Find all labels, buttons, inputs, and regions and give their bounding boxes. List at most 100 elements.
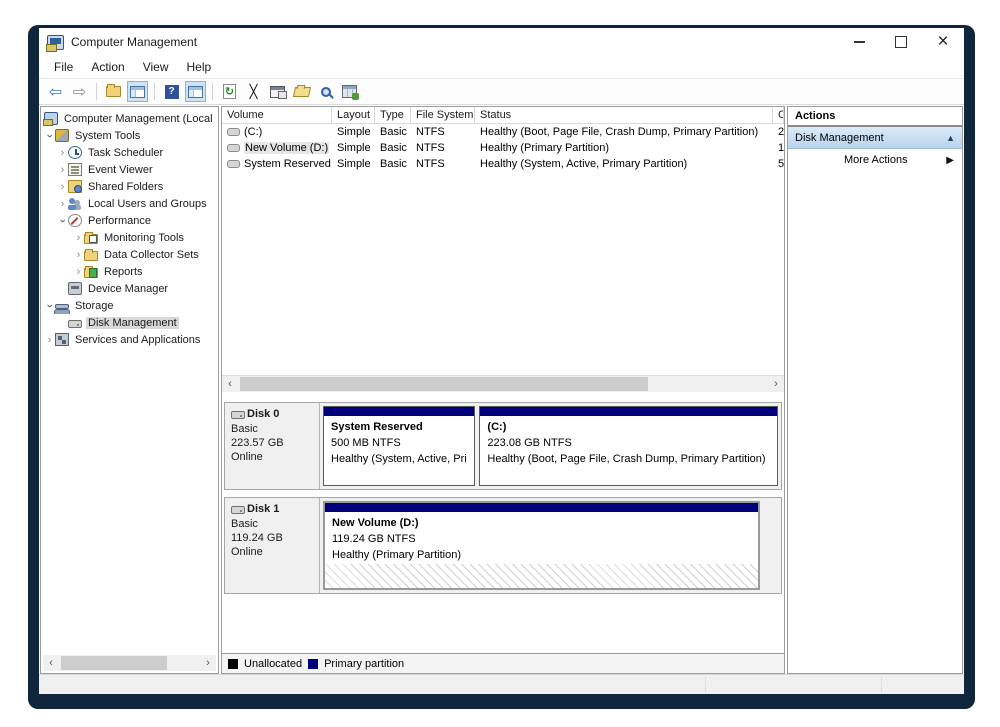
menu-help[interactable]: Help — [178, 58, 221, 76]
chevron-collapsed-icon[interactable]: › — [44, 334, 55, 346]
maximize-button[interactable] — [880, 28, 922, 56]
disk-0-label[interactable]: Disk 0 Basic 223.57 GB Online — [225, 403, 320, 489]
tree-item-device-manager[interactable]: Device Manager — [41, 280, 218, 297]
column-volume[interactable]: Volume — [222, 107, 332, 123]
chevron-collapsed-icon[interactable]: › — [57, 164, 68, 176]
window-controls — [838, 28, 964, 56]
forward-icon[interactable] — [69, 81, 90, 102]
scroll-left-icon[interactable]: ‹ — [43, 657, 59, 669]
tree-horizontal-scrollbar[interactable]: ‹ › — [43, 655, 216, 671]
help-icon[interactable]: ? — [161, 81, 182, 102]
chevron-collapsed-icon[interactable]: › — [57, 198, 68, 210]
tree-item-performance[interactable]: › Performance — [41, 212, 218, 229]
scroll-right-icon[interactable]: › — [200, 657, 216, 669]
chevron-collapsed-icon[interactable]: › — [73, 266, 84, 278]
tree-item-reports[interactable]: › Reports — [41, 263, 218, 280]
chevron-collapsed-icon[interactable]: › — [57, 147, 68, 159]
status-bar-divider — [705, 677, 706, 692]
volume-list-horizontal-scrollbar[interactable]: ‹ › — [222, 375, 784, 392]
show-console-tree-icon[interactable] — [127, 81, 148, 102]
chevron-expanded-icon[interactable]: › — [44, 300, 56, 311]
tree-item-computer-management[interactable]: Computer Management (Local — [41, 110, 218, 127]
close-button[interactable] — [922, 28, 964, 56]
computer-management-app-icon — [47, 35, 64, 50]
tree-item-data-collector-sets[interactable]: › Data Collector Sets — [41, 246, 218, 263]
console-tree-panel: Computer Management (Local › System Tool… — [40, 106, 219, 674]
disk-management-panel: Volume Layout Type File System Status Ca… — [221, 106, 785, 674]
device-manager-icon — [68, 282, 82, 295]
column-capacity[interactable]: Ca — [773, 107, 784, 123]
show-action-pane-icon[interactable] — [185, 81, 206, 102]
column-layout[interactable]: Layout — [332, 107, 375, 123]
disk-1-kind: Basic — [231, 517, 315, 531]
more-actions-item[interactable]: More Actions ▶ — [788, 149, 962, 171]
collapse-caret-icon[interactable]: ▲ — [946, 133, 955, 143]
toolbar-separator — [154, 83, 155, 100]
column-file-system[interactable]: File System — [411, 107, 475, 123]
column-status[interactable]: Status — [475, 107, 773, 123]
chevron-expanded-icon[interactable]: › — [57, 215, 69, 226]
computer-icon — [44, 112, 58, 125]
table-row-new-volume-d[interactable]: New Volume (D:) Simple Basic NTFS Health… — [222, 140, 784, 156]
tree-item-event-viewer[interactable]: › Event Viewer — [41, 161, 218, 178]
disk-1-partitions: New Volume (D:) 119.24 GB NTFS Healthy (… — [320, 498, 781, 593]
chevron-collapsed-icon[interactable]: › — [57, 181, 68, 193]
scrollbar-track[interactable] — [238, 376, 768, 392]
disk-1-label[interactable]: Disk 1 Basic 119.24 GB Online — [225, 498, 320, 593]
tree-item-task-scheduler[interactable]: › Task Scheduler — [41, 144, 218, 161]
menu-view[interactable]: View — [134, 58, 178, 76]
computer-management-window: Computer Management File Action View Hel… — [28, 25, 975, 709]
partition-c[interactable]: (C:) 223.08 GB NTFS Healthy (Boot, Page … — [479, 406, 778, 486]
event-viewer-icon — [68, 163, 82, 176]
chevron-collapsed-icon[interactable]: › — [73, 249, 84, 261]
partition-system-reserved[interactable]: System Reserved 500 MB NTFS Healthy (Sys… — [323, 406, 475, 486]
status-bar-divider — [881, 677, 882, 692]
partition-new-volume-d[interactable]: New Volume (D:) 119.24 GB NTFS Healthy (… — [323, 501, 760, 590]
tree-item-monitoring-tools[interactable]: › Monitoring Tools — [41, 229, 218, 246]
actions-panel-title: Actions — [788, 107, 962, 127]
scroll-left-icon[interactable]: ‹ — [222, 378, 238, 390]
primary-partition-band — [480, 407, 777, 416]
tree-item-storage[interactable]: › Storage — [41, 297, 218, 314]
open-folder-icon[interactable] — [291, 81, 312, 102]
up-one-level-icon[interactable] — [103, 81, 124, 102]
submenu-arrow-icon: ▶ — [946, 155, 954, 166]
volume-icon — [227, 144, 240, 152]
refresh-icon[interactable] — [219, 81, 240, 102]
actions-group-disk-management[interactable]: Disk Management ▲ — [788, 127, 962, 149]
menu-file[interactable]: File — [45, 58, 82, 76]
table-row-c[interactable]: (C:) Simple Basic NTFS Healthy (Boot, Pa… — [222, 124, 784, 140]
scrollbar-thumb[interactable] — [240, 377, 648, 391]
delete-icon[interactable] — [243, 81, 264, 102]
export-list-icon[interactable] — [339, 81, 360, 102]
tree-item-services-applications[interactable]: › Services and Applications — [41, 331, 218, 348]
scroll-right-icon[interactable]: › — [768, 378, 784, 390]
chevron-collapsed-icon[interactable]: › — [73, 232, 84, 244]
toolbar: ? — [39, 78, 964, 105]
volume-icon — [227, 160, 240, 168]
disk-1-state: Online — [231, 545, 315, 559]
tree-item-disk-management[interactable]: Disk Management — [41, 314, 218, 331]
table-row-system-reserved[interactable]: System Reserved Simple Basic NTFS Health… — [222, 156, 784, 172]
local-users-groups-icon — [68, 197, 82, 210]
column-type[interactable]: Type — [375, 107, 411, 123]
scrollbar-track[interactable] — [59, 655, 200, 671]
properties-icon[interactable] — [267, 81, 288, 102]
volume-list-header: Volume Layout Type File System Status Ca — [222, 107, 784, 124]
primary-partition-legend-swatch — [308, 659, 318, 669]
tree-item-local-users-groups[interactable]: › Local Users and Groups — [41, 195, 218, 212]
system-tools-icon — [55, 129, 69, 142]
menu-action[interactable]: Action — [82, 58, 133, 76]
scrollbar-thumb[interactable] — [61, 656, 167, 670]
minimize-button[interactable] — [838, 28, 880, 56]
disk-0-kind: Basic — [231, 422, 315, 436]
tree-item-shared-folders[interactable]: › Shared Folders — [41, 178, 218, 195]
actions-panel: Actions Disk Management ▲ More Actions ▶ — [787, 106, 963, 674]
find-icon[interactable] — [315, 81, 336, 102]
primary-partition-band — [325, 503, 758, 512]
back-icon[interactable] — [45, 81, 66, 102]
task-scheduler-icon — [68, 146, 82, 159]
chevron-expanded-icon[interactable]: › — [44, 130, 56, 141]
disk-1-size: 119.24 GB — [231, 531, 315, 545]
tree-item-system-tools[interactable]: › System Tools — [41, 127, 218, 144]
